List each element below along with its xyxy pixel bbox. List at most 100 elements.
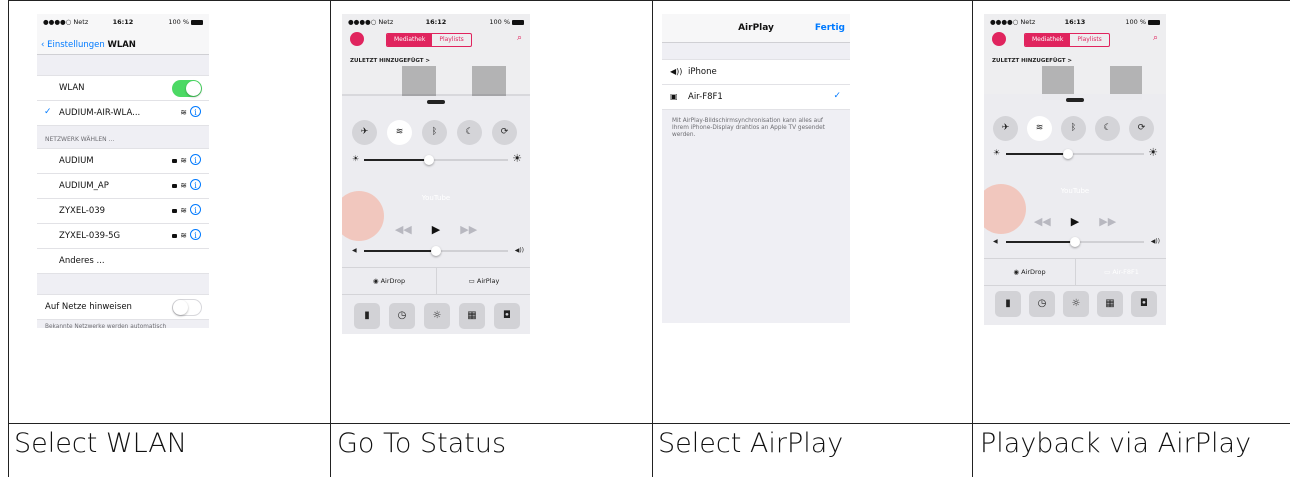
airdrop-button[interactable]: ◉ AirDrop [984,259,1075,285]
wifi-icon: ≋ [180,231,187,240]
sharing-bar: ◉ AirDrop ▭ Air-F8F1 [984,258,1166,286]
airplay-note: Mit AirPlay-Bildschirmsynchronisation ka… [672,118,825,138]
airplay-button[interactable]: ▭ Air-F8F1 [1075,259,1166,285]
battery-indicator: 100 % [1125,18,1160,26]
volume-high-icon: ◀)) [514,247,524,254]
tab-playlists[interactable]: Playlists [432,34,470,46]
night-shift-icon[interactable]: ☼ [1063,291,1089,317]
network-name: ZYXEL-039-5G [59,231,121,241]
search-icon[interactable]: ⌕ [1153,33,1158,43]
bluetooth-icon[interactable]: ᛒ [1061,116,1086,141]
control-center-panel: ✈ ≋ ᛒ ☾ ⟳ ☀ ☀ YouTube ◀◀ ▶ ▶▶ ◀ ◀)) ◉ AirD… [984,94,1166,325]
info-icon[interactable]: i [190,229,201,240]
avatar[interactable] [992,32,1006,46]
now-playing-label: YouTube [1060,187,1090,195]
wifi-icon: ≋ [180,206,187,215]
checkmark-icon: ✓ [44,107,52,117]
flashlight-icon[interactable]: ▮ [354,303,380,329]
brightness-thumb[interactable] [423,155,434,165]
flashlight-icon[interactable]: ▮ [995,291,1021,317]
brightness-fill [364,159,429,161]
volume-thumb[interactable] [1070,237,1080,247]
play-icon[interactable]: ▶ [432,223,440,236]
device-row-iphone[interactable]: ◀)) iPhone [662,59,850,85]
fast-forward-icon[interactable]: ▶▶ [1099,215,1116,228]
rotation-lock-icon[interactable]: ⟳ [1129,116,1154,141]
battery-icon [191,19,203,25]
wlan-toggle[interactable] [172,80,202,97]
grabber-handle[interactable] [1066,98,1084,102]
calculator-icon[interactable]: ▦ [459,303,485,329]
network-name: AUDIUM [59,156,94,166]
lock-icon [172,233,178,238]
tab-playlists[interactable]: Playlists [1070,34,1108,46]
tab-library[interactable]: Mediathek [1025,34,1071,46]
grabber-handle[interactable] [427,100,445,104]
do-not-disturb-icon[interactable]: ☾ [457,120,482,145]
volume-thumb[interactable] [431,246,441,256]
brightness-slider[interactable] [364,155,508,165]
search-icon[interactable]: ⌕ [517,33,522,43]
avatar[interactable] [350,32,364,46]
wifi-icon: ≋ [180,181,187,190]
timer-icon[interactable]: ◷ [389,303,415,329]
device-row-air-f8f1[interactable]: ▣ Air-F8F1 ✓ [662,85,850,110]
lock-icon [172,208,178,213]
network-row[interactable]: ZYXEL-039-5G ≋ i [37,224,209,249]
status-bar: ●●●●○ Netz 16:12 100 % [342,14,530,28]
rewind-icon[interactable]: ◀◀ [395,223,412,236]
brightness-slider[interactable] [1006,149,1144,159]
fast-forward-icon[interactable]: ▶▶ [460,223,477,236]
airdrop-label: AirDrop [1021,268,1046,276]
do-not-disturb-icon[interactable]: ☾ [1095,116,1120,141]
rotation-lock-icon[interactable]: ⟳ [492,120,517,145]
calculator-icon[interactable]: ▦ [1097,291,1123,317]
recently-added-label: ZULETZT HINZUGEFÜGT > [992,58,1073,64]
other-network-row[interactable]: Anderes ... [37,249,209,274]
brightness-low-icon: ☀ [352,154,360,163]
brightness-thumb[interactable] [1063,149,1074,159]
timer-icon[interactable]: ◷ [1029,291,1055,317]
info-icon[interactable]: i [190,179,201,190]
info-icon[interactable]: i [190,154,201,165]
transport-controls: ◀◀ ▶ ▶▶ [984,215,1166,228]
caption-select-wlan: Select WLAN [14,428,187,459]
caption-playback-via-airplay: Playback via AirPlay [980,428,1252,459]
status-bar: ●●●●○ Netz 16:12 100 % [37,14,209,28]
connected-network-row[interactable]: ✓ AUDIUM-AIR-WLA... ≋ i [37,101,209,126]
done-button[interactable]: Fertig [815,23,845,33]
airplane-mode-icon[interactable]: ✈ [993,116,1018,141]
volume-slider[interactable] [1006,237,1144,247]
info-icon[interactable]: i [190,204,201,215]
network-row[interactable]: AUDIUM_AP ≋ i [37,174,209,199]
rewind-icon[interactable]: ◀◀ [1034,215,1051,228]
network-row[interactable]: AUDIUM ≋ i [37,148,209,174]
wlan-screen: ●●●●○ Netz 16:12 100 % ‹ Einstellungen W… [37,14,209,328]
battery-icon [512,19,524,25]
airplay-button[interactable]: ▭ AirPlay [436,268,530,294]
tab-library[interactable]: Mediathek [387,34,433,46]
battery-indicator: 100 % [489,18,524,26]
camera-icon[interactable]: ◘ [494,303,520,329]
brightness-fill [1006,153,1069,155]
wifi-toggle-icon[interactable]: ≋ [387,120,412,145]
play-icon[interactable]: ▶ [1071,215,1079,228]
bluetooth-icon[interactable]: ᛒ [422,120,447,145]
airdrop-button[interactable]: ◉ AirDrop [342,268,436,294]
volume-slider[interactable] [364,246,508,256]
camera-icon[interactable]: ◘ [1131,291,1157,317]
info-icon[interactable]: i [190,106,201,117]
back-button[interactable]: ‹ Einstellungen WLAN [41,40,136,50]
network-row[interactable]: ZYXEL-039 ≋ i [37,199,209,224]
wifi-icon: ≋ [180,156,187,165]
now-playing-label: YouTube [421,194,451,202]
night-shift-icon[interactable]: ☼ [424,303,450,329]
ask-to-join-toggle[interactable] [172,299,202,316]
music-tabs: Mediathek Playlists [386,33,472,47]
airplane-mode-icon[interactable]: ✈ [352,120,377,145]
wifi-toggle-icon[interactable]: ≋ [1027,116,1052,141]
network-name: ZYXEL-039 [59,206,106,216]
checkmark-icon: ✓ [833,91,841,101]
status-bar: ●●●●○ Netz 16:13 100 % [984,14,1166,28]
other-label: Anderes ... [59,256,105,266]
